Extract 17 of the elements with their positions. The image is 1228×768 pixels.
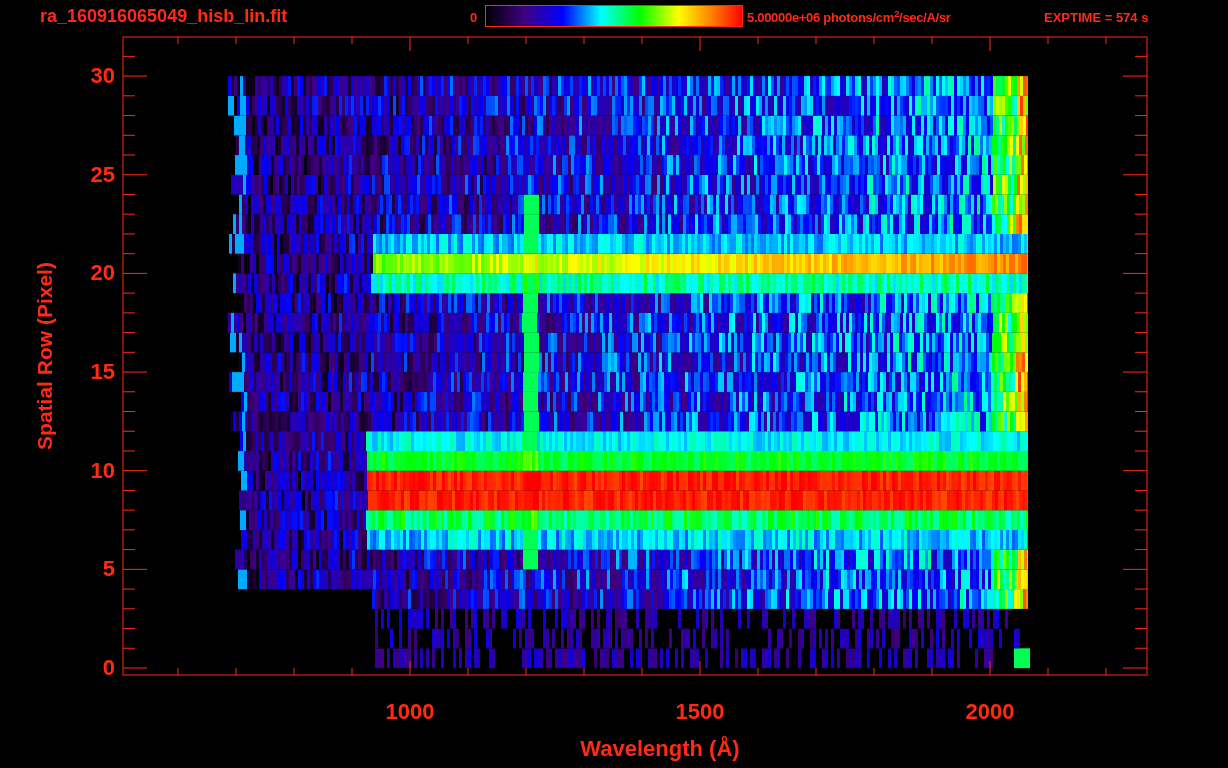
x-axis-label: Wavelength (Å) [580, 736, 740, 762]
colorbar-min-label: 0 [470, 10, 478, 26]
y-tick-label: 15 [90, 359, 115, 386]
y-tick-label: 20 [90, 260, 115, 287]
y-tick-label: 10 [90, 457, 115, 484]
colorbar-max-label: 5.00000e+06 photons/cm$^{2}$/sec/A/sr [747, 9, 951, 27]
x-tick-label: 1500 [675, 699, 725, 725]
y-tick-label: 25 [90, 161, 115, 188]
x-tick-label: 2000 [965, 699, 1015, 725]
x-tick-label: 1000 [385, 699, 435, 725]
plot-title: ra_160916065049_hisb_lin.fit [40, 5, 288, 27]
y-tick-label: 30 [90, 63, 115, 90]
y-tick-label: 5 [102, 556, 115, 583]
color-scale-icon [485, 5, 743, 27]
y-tick-label: 0 [102, 655, 115, 681]
exposure-time: EXPTIME = 574 s [1044, 10, 1149, 26]
y-axis-label: Spatial Row (Pixel) [33, 262, 56, 450]
